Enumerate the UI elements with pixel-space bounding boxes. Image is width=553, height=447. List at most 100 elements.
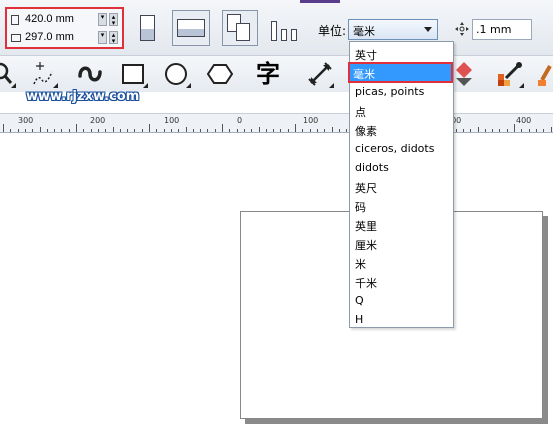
ruler-tick — [514, 124, 515, 132]
ruler-tick — [302, 129, 304, 132]
current-page-icon — [271, 21, 277, 41]
units-option[interactable]: 米 — [351, 253, 452, 272]
units-option[interactable]: 英里 — [351, 215, 452, 234]
units-select[interactable]: 毫米 — [348, 19, 438, 40]
units-option-label: 英尺 — [355, 182, 377, 195]
ruler-tick — [550, 127, 552, 132]
flyout-indicator — [143, 83, 148, 88]
ruler-tick — [543, 129, 545, 132]
page-width-input[interactable]: 420.0 mm — [25, 13, 74, 25]
ruler-tick — [17, 129, 19, 132]
units-option-label: 码 — [355, 201, 366, 214]
width-lock-icon[interactable]: ▾ — [98, 13, 107, 26]
units-option-label: 千米 — [355, 277, 377, 290]
fill-tool[interactable] — [452, 60, 480, 88]
polygon-tool[interactable] — [206, 60, 234, 88]
ruler-tick — [331, 127, 333, 132]
artistic-media-icon — [78, 66, 102, 82]
page-height-input[interactable]: 297.0 mm — [25, 31, 74, 43]
ruler-tick — [258, 127, 260, 132]
units-label: 单位: — [318, 24, 347, 38]
height-spinner[interactable]: ▴ ▾ — [109, 31, 118, 45]
units-option-label: ciceros, didots — [355, 142, 435, 155]
flyout-indicator — [186, 83, 191, 88]
eyedropper-tool[interactable] — [496, 60, 524, 88]
units-option[interactable]: 码 — [351, 196, 452, 215]
flyout-indicator — [519, 83, 524, 88]
ruler-tick — [141, 129, 143, 132]
interactive-fill-tool[interactable] — [536, 60, 553, 88]
horizontal-ruler: 300 200 100 0 100 200 300 400 — [0, 113, 553, 133]
dimension-tool[interactable] — [306, 60, 334, 88]
fill-icon — [456, 62, 472, 86]
ruler-label: 100 — [303, 116, 319, 125]
ruler-tick — [316, 129, 318, 132]
ruler-tick — [76, 124, 77, 132]
rectangle-tool[interactable] — [120, 60, 148, 88]
ruler-tick — [324, 129, 326, 132]
drawing-canvas[interactable] — [0, 134, 553, 447]
ruler-tick — [243, 129, 245, 132]
current-page-button[interactable] — [268, 16, 302, 44]
watermark: www.rjzxw.com — [26, 89, 140, 104]
artistic-media-tool[interactable] — [76, 60, 104, 88]
units-option-label: H — [355, 313, 364, 326]
ruler-tick — [105, 129, 107, 132]
units-option[interactable]: ciceros, didots — [351, 139, 452, 158]
units-option[interactable]: 千米 — [351, 272, 452, 291]
flyout-indicator — [329, 83, 334, 88]
units-option[interactable]: didots — [351, 158, 452, 177]
ruler-tick — [68, 129, 70, 132]
ruler-tick — [229, 129, 231, 132]
portrait-button[interactable] — [136, 12, 158, 44]
zoom-tool[interactable] — [0, 60, 16, 88]
ruler-tick — [309, 129, 311, 132]
ruler-tick — [97, 129, 99, 132]
units-option[interactable]: 厘米 — [351, 234, 452, 253]
units-option[interactable]: picas, points — [351, 82, 452, 101]
ruler-tick — [127, 129, 129, 132]
ruler-tick — [287, 129, 289, 132]
units-selected-value: 毫米 — [353, 25, 375, 38]
ruler-tick — [83, 129, 85, 132]
ruler-tick — [214, 129, 216, 132]
units-option[interactable]: 英尺 — [351, 177, 452, 196]
width-spinner[interactable]: ▴ ▾ — [109, 13, 118, 27]
ruler-tick — [134, 129, 136, 132]
page-width-row: 420.0 mm ▾ ▴ ▾ — [9, 12, 120, 28]
units-option[interactable]: 毫米 — [348, 62, 453, 83]
ruler-tick — [338, 129, 340, 132]
units-option[interactable]: 英寸 — [351, 44, 452, 63]
interactive-fill-icon — [538, 65, 552, 86]
ruler-label: 400 — [516, 116, 532, 125]
height-lock-icon[interactable]: ▾ — [98, 31, 107, 44]
units-option[interactable]: Q — [351, 291, 452, 310]
ruler-tick — [295, 124, 296, 132]
units-option[interactable]: 像素 — [351, 120, 452, 139]
units-dropdown-list: 英寸 毫米 picas, points 点像素 ciceros, didots didot… — [348, 41, 454, 329]
units-option[interactable]: H — [351, 310, 452, 329]
ruler-tick — [185, 127, 187, 132]
ruler-tick — [265, 129, 267, 132]
units-option-label: 厘米 — [355, 239, 377, 252]
ruler-tick — [280, 129, 282, 132]
freehand-tool[interactable] — [30, 60, 58, 88]
units-option[interactable]: 点 — [351, 101, 452, 120]
ruler-tick — [506, 129, 508, 132]
ruler-tick — [346, 129, 348, 132]
landscape-button[interactable] — [172, 10, 210, 46]
ruler-tick — [90, 129, 92, 132]
ruler-tick — [32, 129, 34, 132]
units-option-label: 英寸 — [355, 49, 377, 62]
nudge-distance-input[interactable]: .1 mm — [472, 19, 532, 40]
ruler-tick — [119, 129, 121, 132]
page-height-row: 297.0 mm ▾ ▴ ▾ — [9, 30, 120, 46]
dimension-height-icon — [11, 34, 21, 42]
toolbox-row: 字 — [0, 56, 553, 92]
ruler-label: 100 — [164, 116, 180, 125]
all-pages-button[interactable] — [222, 10, 258, 46]
ellipse-tool[interactable] — [163, 60, 191, 88]
text-tool[interactable]: 字 — [254, 60, 282, 88]
units-option-label: picas, points — [355, 85, 425, 98]
page-bar-2 — [281, 29, 287, 41]
